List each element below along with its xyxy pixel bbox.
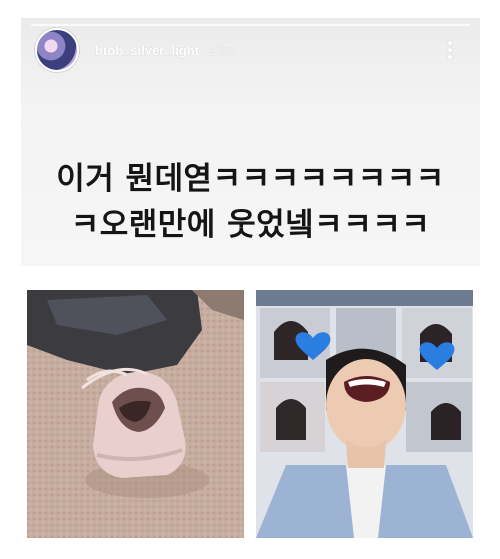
shoe-meme-image — [27, 290, 244, 538]
laughing-meme-image — [256, 290, 473, 538]
post-time: 13m — [209, 42, 235, 58]
avatar[interactable] — [35, 28, 79, 72]
caption-line-2: ㅋ오랜만에 웃었넼ㅋㅋㅋㅋ — [70, 207, 431, 243]
more-vertical-icon[interactable] — [448, 41, 452, 59]
story-card: btob_silver_light 13m 이거 뭔데엳ㅋㅋㅋㅋㅋㅋㅋㅋ ㅋ오랜… — [21, 18, 480, 266]
caption-line-1: 이거 뭔데엳ㅋㅋㅋㅋㅋㅋㅋㅋ — [56, 161, 445, 197]
username[interactable]: btob_silver_light — [95, 43, 199, 58]
story-progress-bar — [31, 24, 470, 26]
story-caption: 이거 뭔데엳ㅋㅋㅋㅋㅋㅋㅋㅋ ㅋ오랜만에 웃었넼ㅋㅋㅋㅋ — [21, 156, 480, 248]
story-header: btob_silver_light 13m — [35, 28, 466, 72]
